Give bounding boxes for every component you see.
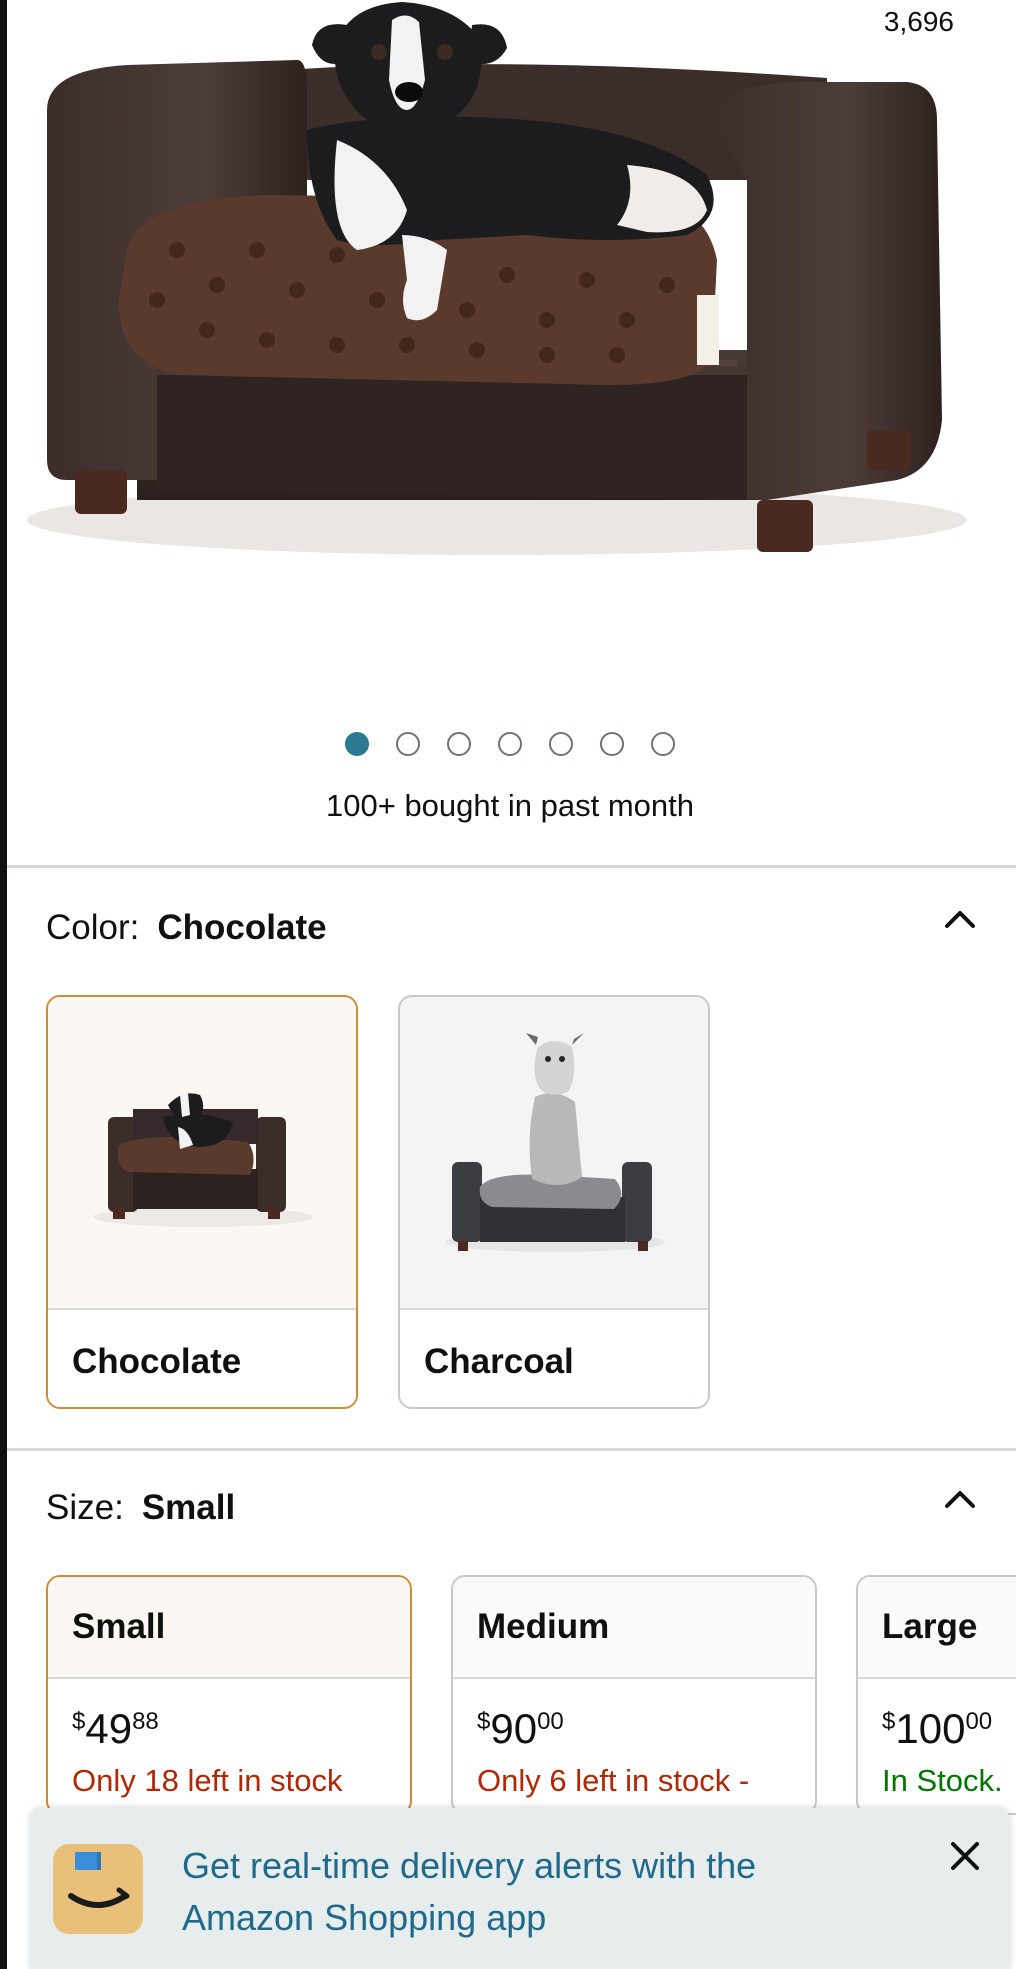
banner-message[interactable]: Get real-time delivery alerts with the A… — [182, 1840, 882, 1944]
color-option-charcoal[interactable]: Charcoal — [398, 995, 710, 1409]
size-option-stock: In Stock. — [882, 1763, 1003, 1798]
color-option-label: Chocolate — [48, 1308, 356, 1407]
chevron-up-icon[interactable] — [942, 1482, 978, 1518]
color-selector-title: Color: Chocolate — [46, 908, 327, 948]
chevron-up-icon[interactable] — [942, 902, 978, 938]
amazon-app-icon[interactable] — [53, 1844, 143, 1934]
size-option-stock: Only 18 left in stock — [72, 1763, 343, 1798]
color-option-label: Charcoal — [400, 1308, 708, 1407]
color-thumbnail-charcoal — [400, 997, 708, 1309]
size-option-medium[interactable]: Medium $9000 Only 6 left in stock - — [451, 1575, 817, 1815]
size-option-name: Large — [858, 1577, 1016, 1679]
size-selected-value: Small — [141, 1488, 236, 1527]
carousel-dot-4[interactable] — [498, 732, 522, 756]
color-thumbnail-chocolate — [48, 997, 356, 1309]
size-option-name: Medium — [453, 1577, 815, 1679]
product-main-image[interactable] — [7, 0, 1016, 700]
size-label: Size: — [46, 1488, 124, 1527]
app-download-banner[interactable]: Get real-time delivery alerts with the A… — [29, 1808, 1011, 1969]
carousel-dot-2[interactable] — [396, 732, 420, 756]
size-option-name: Small — [48, 1577, 410, 1679]
section-divider — [7, 865, 1016, 868]
bought-past-month: 100+ bought in past month — [326, 788, 694, 823]
carousel-dot-6[interactable] — [600, 732, 624, 756]
size-option-price: $10000 — [882, 1705, 993, 1752]
carousel-dot-3[interactable] — [447, 732, 471, 756]
size-option-small[interactable]: Small $4988 Only 18 left in stock — [46, 1575, 412, 1815]
size-option-large[interactable]: Large $10000 In Stock. — [856, 1575, 1016, 1815]
close-icon[interactable] — [947, 1838, 983, 1874]
carousel-dot-1[interactable] — [345, 732, 369, 756]
screen-edge — [0, 0, 7, 1969]
size-selector-title: Size: Small — [46, 1488, 235, 1528]
color-label: Color: — [46, 908, 140, 947]
rating-count[interactable]: 3,696 — [884, 6, 954, 38]
size-option-price: $9000 — [477, 1705, 564, 1752]
section-divider — [7, 1448, 1016, 1451]
carousel-dot-7[interactable] — [651, 732, 675, 756]
color-selected-value: Chocolate — [157, 908, 327, 947]
color-option-chocolate[interactable]: Chocolate — [46, 995, 358, 1409]
size-option-stock: Only 6 left in stock - — [477, 1763, 750, 1798]
image-carousel-indicator[interactable] — [0, 732, 1016, 756]
carousel-dot-5[interactable] — [549, 732, 573, 756]
size-option-price: $4988 — [72, 1705, 159, 1752]
